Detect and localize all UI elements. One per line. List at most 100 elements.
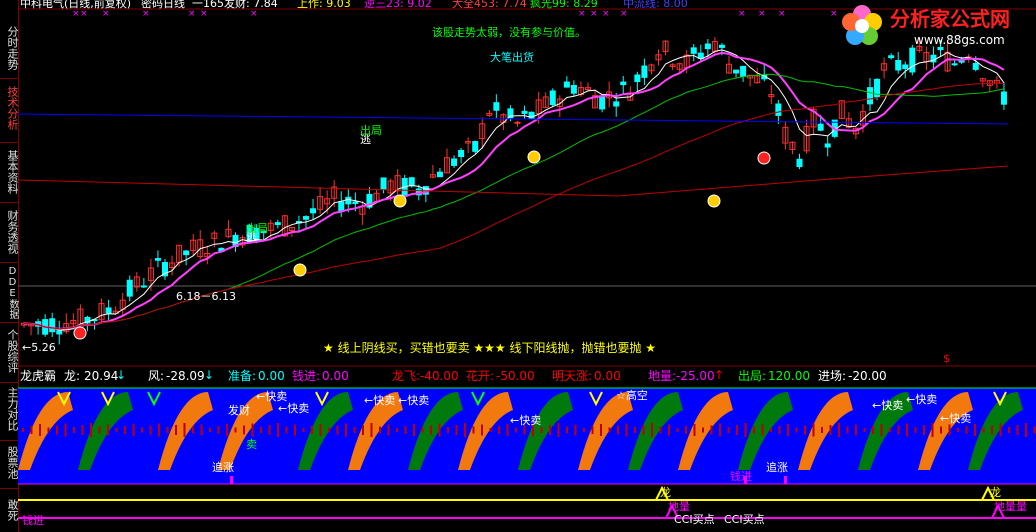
ind-chuju-value: 120.00 (768, 369, 810, 383)
ind-bar-37 (336, 425, 339, 435)
ind-bar-113 (982, 427, 985, 433)
tab-stock-review[interactable]: 个股综评 (0, 325, 19, 377)
quick-sell-label-8: ←快卖 (940, 412, 972, 425)
ind-jinchang-value: -20.00 (848, 369, 887, 383)
candle-body-70 (514, 121, 521, 124)
ind-bar-18 (175, 425, 177, 435)
tab-technical[interactable]: 技术分析 (0, 82, 19, 134)
ind-bar-66 (583, 428, 585, 432)
ind-bar-33 (302, 428, 305, 432)
ind-bar-92 (804, 425, 806, 435)
ma-longer-line (18, 165, 1009, 197)
ind-bar-62 (549, 425, 551, 435)
ind-bar-19 (183, 423, 186, 437)
tab-intraday[interactable]: 分时走势 (0, 22, 19, 74)
top-marker-13: × (778, 9, 786, 19)
ind-bar-10 (107, 424, 109, 436)
ind-bar-105 (914, 427, 917, 433)
top-marker-4: × (188, 9, 196, 19)
ind-long-label: 龙: (64, 369, 81, 383)
quick-sell-label-5: ←快卖 (510, 414, 542, 427)
ind-jinchang-label: 进场: (818, 369, 847, 383)
top-marker-5: × (200, 9, 208, 19)
ind-bar-50 (447, 427, 449, 433)
ind-diliang-label: 地量: (648, 369, 677, 383)
ind-bar-93 (812, 423, 815, 437)
ind-bar-61 (540, 427, 543, 433)
di-liang-label: 地量 (668, 500, 690, 513)
ind-bar-96 (838, 423, 840, 437)
ind-bar-84 (736, 425, 738, 435)
candle-body-36 (274, 222, 281, 226)
ind-long-arrow: ↓ (116, 368, 127, 382)
ind-bar-48 (430, 425, 432, 435)
candle-body-84 (613, 101, 620, 107)
candle-body-85 (620, 81, 627, 86)
top-marker-7: × (578, 9, 586, 19)
ind-bar-8 (90, 423, 92, 437)
ind-bar-119 (1033, 426, 1036, 434)
tab-main-compare[interactable]: 主力对比 (0, 384, 19, 434)
zhui-zhang-label-1: 追涨 (212, 461, 234, 474)
exit-label-1: 出局 (360, 124, 382, 137)
ind-bar-45 (404, 426, 407, 434)
cci-buy-label-1: CCI买点 (674, 513, 715, 526)
ind-bar-5 (64, 423, 67, 437)
ind-bar-57 (506, 424, 509, 436)
candle-body-139 (1000, 91, 1007, 105)
low-price-label: ←5.26 (22, 341, 56, 354)
ind-bar-58 (515, 427, 517, 433)
ind-bar-90 (787, 424, 789, 436)
ind-feng-value: -28.09 (166, 369, 205, 383)
ind-bar-40 (362, 425, 364, 435)
ind-feng-arrow: ↓ (204, 368, 215, 382)
ind-bar-31 (285, 426, 288, 434)
ind-huakai-value: -50.00 (496, 369, 535, 383)
ind-qianjin-label: 钱进: (292, 369, 321, 383)
ind-bar-83 (727, 427, 730, 433)
tab-dde[interactable]: DDE数据 (0, 264, 18, 320)
tab-dare[interactable]: 敢死 (0, 490, 19, 530)
top-marker-1: × (80, 9, 88, 19)
quick-sell-label-7: ←快卖 (906, 393, 938, 406)
tab-financials[interactable]: 财务透视 (0, 206, 19, 258)
money-bag-icon-0 (293, 263, 307, 277)
candle-body-88 (641, 65, 648, 78)
money-bag-icon-2 (527, 150, 541, 164)
ind-bar-21 (200, 424, 203, 436)
ind-bar-80 (702, 427, 704, 433)
ind-bar-114 (991, 425, 993, 435)
ind-bar-44 (396, 428, 398, 432)
ind-bar-71 (625, 423, 628, 437)
ind-bar-20 (192, 426, 194, 434)
ind-bar-29 (268, 425, 271, 435)
ind-bar-109 (948, 424, 951, 436)
ind-diliang-value: -25.00 (676, 369, 715, 383)
ind-bar-15 (149, 425, 152, 435)
ind-bar-102 (889, 427, 891, 433)
ind-diliang-arrow: ↑ (714, 368, 725, 382)
ind-huakai-label: 花开: (466, 369, 495, 383)
ind-bar-47 (421, 427, 424, 433)
candle-body-55 (408, 177, 415, 187)
tab-fundamentals[interactable]: 基本资料 (0, 146, 19, 198)
candle-body-17 (140, 285, 147, 288)
ind-bar-118 (1025, 423, 1027, 437)
money-bag-icon-1 (393, 194, 407, 208)
candle-body-62 (458, 149, 465, 158)
di-liang-label-2: 地量量 (994, 500, 1027, 513)
ind-bar-101 (880, 424, 883, 436)
candle-body-19 (154, 258, 161, 261)
ind-mingtian-label: 明天涨: (552, 369, 593, 383)
candle-body-59 (436, 171, 443, 178)
ind-bar-51 (455, 425, 458, 435)
ind-bar-49 (438, 423, 441, 437)
ind-bar-103 (897, 425, 900, 435)
header-value-3: 逆三23: 9.02 (364, 0, 432, 10)
ind-bar-26 (243, 425, 245, 435)
kline-chart[interactable]: × × × × × × × × × × × × × × × (18, 0, 1036, 532)
top-marker-9: × (602, 9, 610, 19)
ind-bar-91 (795, 427, 798, 433)
tab-stock-pool[interactable]: 股票池 (0, 442, 19, 482)
header-value-2: 上作: 9.03 (297, 0, 351, 10)
